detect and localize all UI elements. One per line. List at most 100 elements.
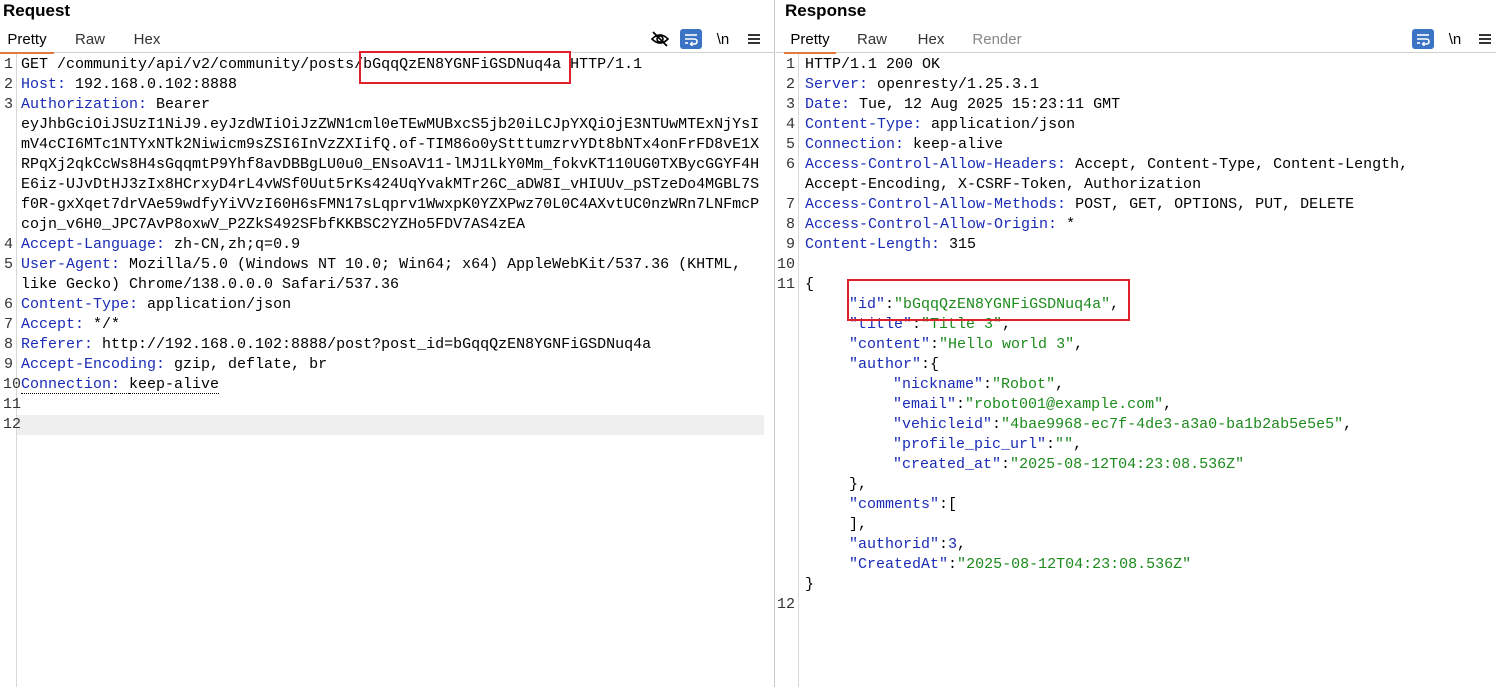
- syntax-token: "created_at": [893, 456, 1002, 473]
- response-gutter: 1 2 3 4 5 6 7 8 9 10 11 12: [776, 54, 799, 687]
- syntax-token: :: [156, 236, 175, 253]
- request-path: /community/api/v2/community/posts/: [57, 56, 364, 73]
- wrap-icon[interactable]: [680, 29, 702, 49]
- header-value: keep-alive: [913, 136, 1004, 153]
- line-number: 2: [3, 76, 13, 93]
- json-comments: "comments":[: [849, 496, 958, 513]
- syntax-token: :: [111, 376, 130, 394]
- line-number: 8: [3, 336, 13, 353]
- header-key: Accept-Encoding: [21, 356, 157, 373]
- json-email: "email":"robot001@example.com",: [893, 396, 1173, 413]
- header-key: Referer: [21, 336, 85, 353]
- line-number: 3: [3, 96, 13, 113]
- syntax-token: :: [1057, 196, 1076, 213]
- response-editor[interactable]: 1 2 3 4 5 6 7 8 9 10 11 12 HTTP/1.1 200 …: [776, 54, 1496, 687]
- request-editor[interactable]: 1 2 3 4 5 6 7 8 9 10 11 12 GET /communit…: [0, 54, 774, 687]
- header-line: Accept-Language: zh-CN,zh;q=0.9: [21, 235, 766, 255]
- header-line: Content-Type: application/json: [805, 115, 1488, 135]
- line-number: 4: [785, 116, 795, 133]
- tab-pretty[interactable]: Pretty: [784, 28, 836, 54]
- header-value: Tue, 12 Aug 2025 15:23:11 GMT: [859, 96, 1121, 113]
- header-value: application/json: [931, 116, 1076, 133]
- header-key: Connection: [805, 136, 896, 153]
- line-number: 12: [3, 416, 22, 433]
- line-number: 9: [785, 236, 795, 253]
- line-number: 8: [785, 216, 795, 233]
- current-line-highlight: [17, 415, 764, 435]
- line-number: 6: [785, 156, 795, 173]
- json-author-close: },: [849, 476, 868, 493]
- menu-icon[interactable]: [743, 29, 765, 49]
- json-created-at-value: 2025-08-12T04:23:08.536Z: [1019, 456, 1236, 473]
- json-title: "title":"Title 3",: [849, 316, 1012, 333]
- tab-render[interactable]: Render: [968, 28, 1026, 52]
- post-id: bGqqQzEN8YGNFiGSDNuq4a: [363, 56, 562, 73]
- header-key: Connection: [21, 376, 112, 394]
- token-line: cojn_v6H0_JPC7AvP8oxwV_P2ZkS492SFbfKKBSC…: [21, 216, 526, 233]
- newline-icon[interactable]: \n: [1444, 29, 1466, 49]
- syntax-token: "authorid": [849, 536, 940, 553]
- tab-hex[interactable]: Hex: [126, 28, 168, 52]
- tab-hex[interactable]: Hex: [910, 28, 952, 52]
- syntax-token: :: [859, 76, 878, 93]
- json-content-value: Hello world 3: [948, 336, 1066, 353]
- header-value: POST, GET, OPTIONS, PUT, DELETE: [1075, 196, 1355, 213]
- syntax-token: :: [156, 356, 175, 373]
- pane-divider[interactable]: [774, 0, 775, 687]
- header-line: Authorization: Bearer: [21, 95, 766, 115]
- header-line: Connection: keep-alive: [805, 135, 1488, 155]
- line-number: 12: [776, 596, 795, 613]
- menu-icon[interactable]: [1474, 29, 1496, 49]
- json-nickname: "nickname":"Robot",: [893, 376, 1065, 393]
- json-brace-close: }: [805, 576, 815, 593]
- line-number: 10: [776, 256, 795, 273]
- header-value: keep-alive: [129, 376, 220, 394]
- header-continuation: like Gecko) Chrome/138.0.0.0 Safari/537.…: [21, 276, 400, 293]
- syntax-token: :: [111, 256, 130, 273]
- header-key: User-Agent: [21, 256, 112, 273]
- tab-pretty[interactable]: Pretty: [0, 28, 54, 54]
- json-author: "author":{: [849, 356, 940, 373]
- request-title: Request: [3, 1, 71, 20]
- syntax-token: :: [913, 116, 932, 133]
- header-line: Access-Control-Allow-Methods: POST, GET,…: [805, 195, 1488, 215]
- line-number: 5: [3, 256, 13, 273]
- syntax-token: :: [57, 76, 76, 93]
- syntax-token: "Title 3": [921, 316, 1003, 333]
- tab-raw[interactable]: Raw: [852, 28, 892, 52]
- line-number: 9: [3, 356, 13, 373]
- header-key: Accept: [21, 316, 76, 333]
- newline-icon[interactable]: \n: [712, 29, 734, 49]
- header-line: Date: Tue, 12 Aug 2025 15:23:11 GMT: [805, 95, 1488, 115]
- syntax-token: :: [138, 96, 157, 113]
- header-key: Content-Length: [805, 236, 932, 253]
- header-key: Access-Control-Allow-Methods: [805, 196, 1058, 213]
- header-value: Accept, Content-Type, Content-Length,: [1075, 156, 1409, 173]
- syntax-token: "Robot": [992, 376, 1056, 393]
- syntax-token: "comments": [849, 496, 940, 513]
- header-value: 315: [949, 236, 977, 253]
- response-pane: Response Pretty Raw Hex Render \n 1 2 3 …: [776, 0, 1496, 687]
- line-number: 7: [3, 316, 13, 333]
- header-value: Bearer: [156, 96, 211, 113]
- wrap-icon[interactable]: [1412, 29, 1434, 49]
- syntax-token: "email": [893, 396, 957, 413]
- tab-raw[interactable]: Raw: [70, 28, 110, 52]
- syntax-token: :: [1057, 156, 1076, 173]
- line-number: 2: [785, 76, 795, 93]
- json-created-at: "created_at":"2025-08-12T04:23:08.536Z": [893, 456, 1245, 473]
- status-line: HTTP/1.1 200 OK: [805, 56, 941, 73]
- request-gutter: 1 2 3 4 5 6 7 8 9 10 11 12: [0, 54, 21, 687]
- request-pane: Request Pretty Raw Hex \n 1 2 3 4 5 6 7 …: [0, 0, 774, 687]
- syntax-token: "title": [849, 316, 913, 333]
- json-nickname-value: Robot: [1001, 376, 1047, 393]
- token-line: E6iz-UJvDtHJ3zIx8HCrxyD4rL4vWSf0Uut5rKs4…: [21, 176, 760, 193]
- header-line: Accept-Encoding: gzip, deflate, br: [21, 355, 766, 375]
- line-number: 11: [3, 396, 22, 413]
- json-authorid-value: 3: [948, 536, 958, 553]
- syntax-token: "id": [849, 296, 886, 313]
- header-key: Date: [805, 96, 842, 113]
- header-line: Content-Type: application/json: [21, 295, 766, 315]
- line-number: 4: [3, 236, 13, 253]
- eye-slash-icon[interactable]: [649, 29, 671, 49]
